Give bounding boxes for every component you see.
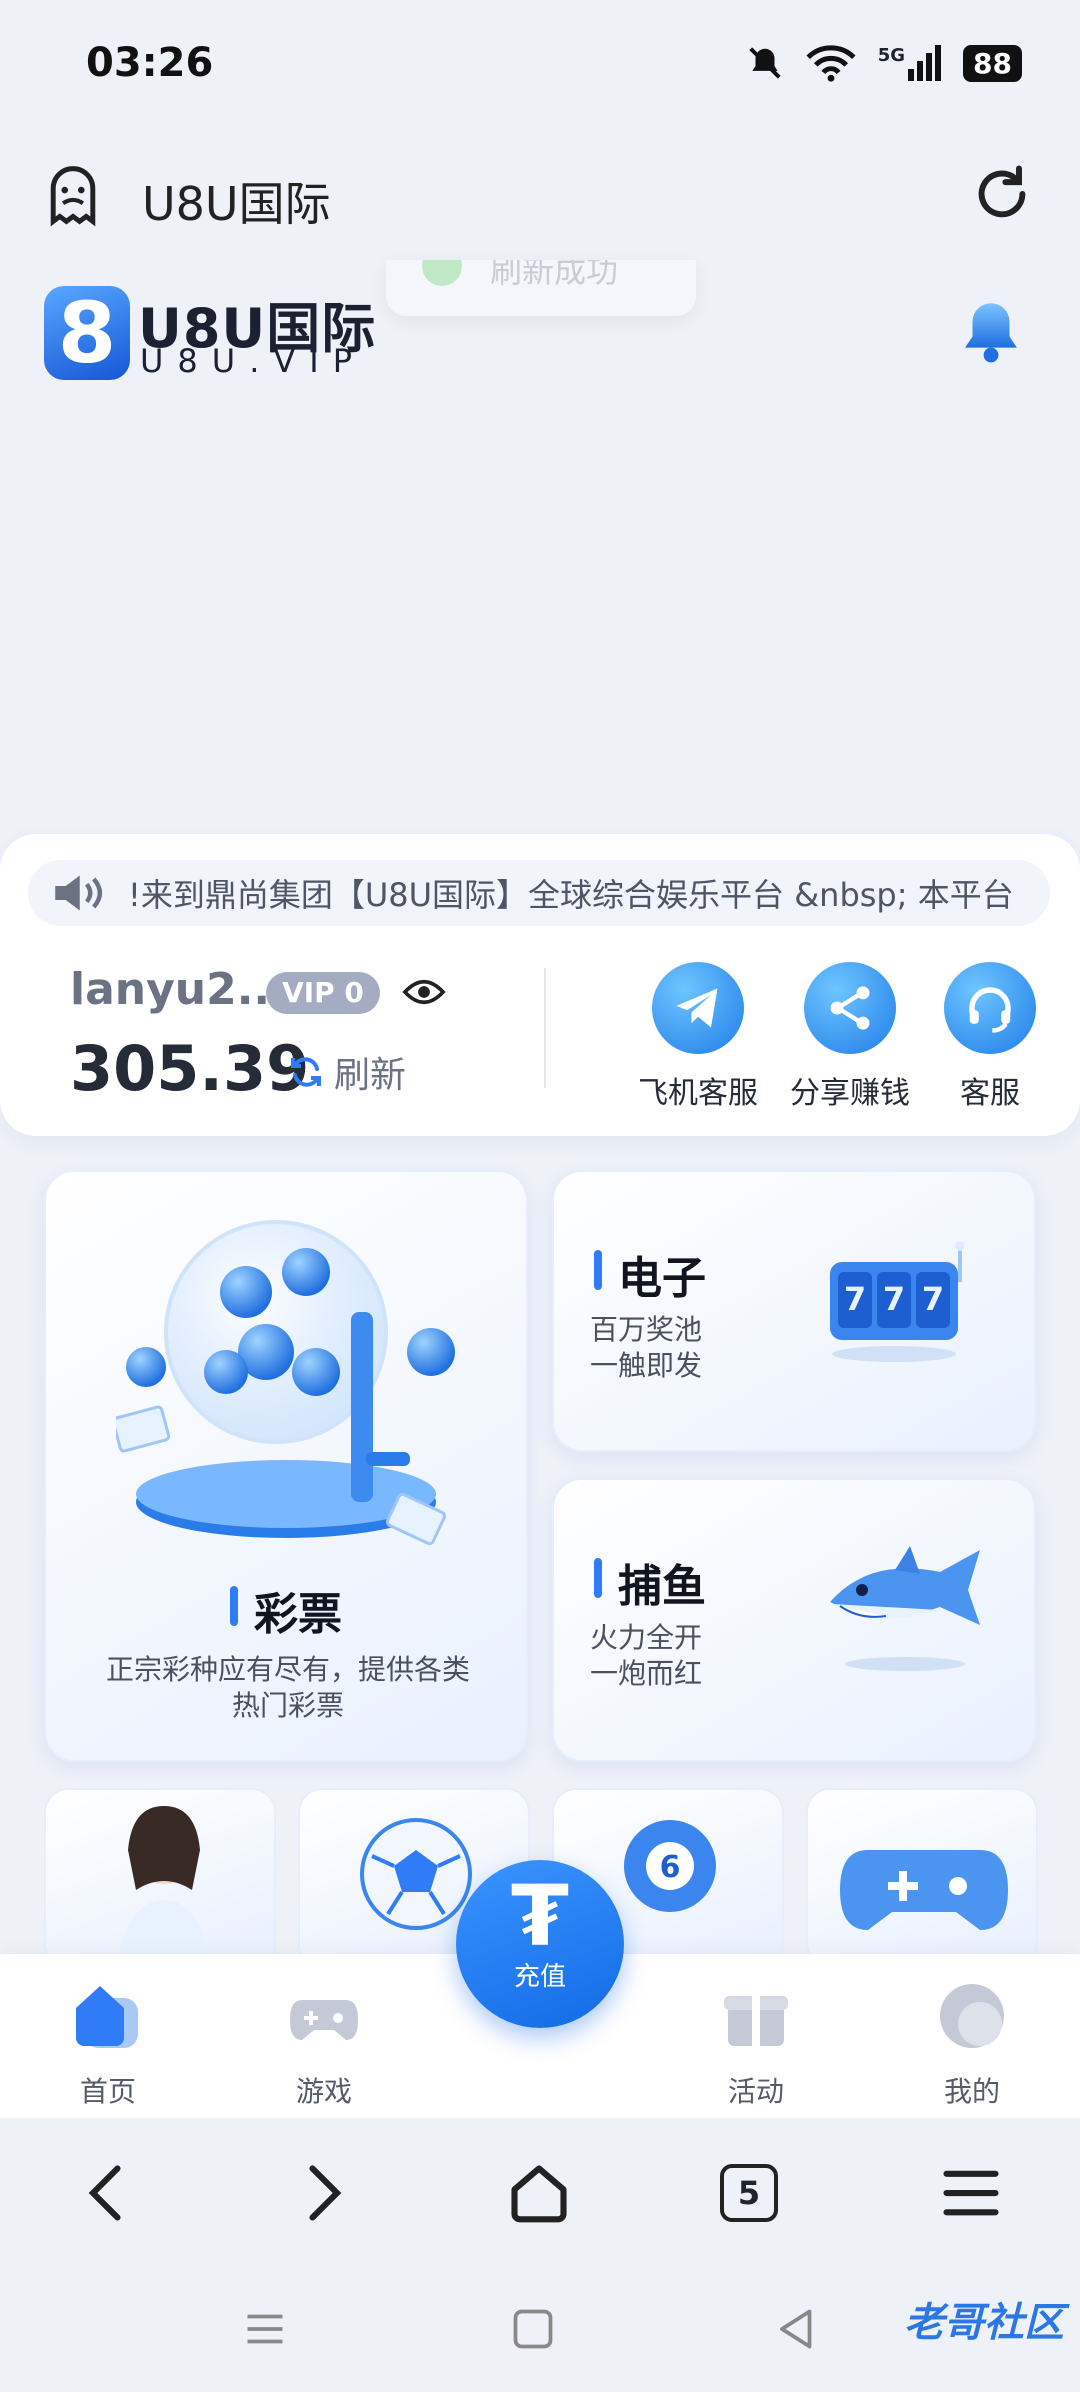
logo-mark: 8 [44, 286, 130, 380]
chess-cards-tile[interactable] [806, 1788, 1038, 1968]
recharge-button[interactable]: ₮ 充值 [456, 1860, 624, 2028]
nav-activity[interactable]: 活动 [676, 1978, 836, 2110]
refresh-toast: 刷新成功 [386, 260, 696, 316]
balance-amount: 305.39 [70, 1032, 310, 1105]
recents-icon[interactable] [240, 2304, 290, 2354]
home-page-icon[interactable] [504, 2158, 574, 2228]
back-icon[interactable] [72, 2158, 142, 2228]
svg-text:7: 7 [922, 1280, 944, 1318]
lottery-desc: 正宗彩种应有尽有，提供各类热门彩票 [106, 1653, 471, 1722]
slot-machine-icon: 7 7 7 [830, 1242, 964, 1362]
svg-text:7: 7 [844, 1280, 866, 1318]
site-header: 8 U8U国际 U8U.VIP 刷新成功 [0, 260, 1080, 380]
wifi-icon [806, 45, 856, 82]
username: lanyu2... [70, 964, 287, 1015]
dealer-avatar [116, 1806, 212, 1966]
fishing-title: 捕鱼 [594, 1550, 706, 1614]
forward-icon[interactable] [288, 2158, 358, 2228]
gamepad-icon [840, 1850, 1008, 1930]
speaker-icon [55, 875, 103, 911]
menu-icon[interactable] [936, 2158, 1006, 2228]
network-type: 5G [877, 45, 906, 66]
shark-icon [830, 1546, 980, 1671]
ghost-icon[interactable] [40, 162, 106, 228]
gift-icon [724, 1996, 788, 2046]
fishing-desc-2: 一炮而红 [590, 1657, 703, 1690]
electronic-desc-2: 一触即发 [590, 1349, 703, 1382]
electronic-desc-1: 百万奖池 [590, 1313, 703, 1346]
nav-games[interactable]: 游戏 [244, 1978, 404, 2110]
fishing-desc-1: 火力全开 [590, 1621, 703, 1654]
svg-text:7: 7 [883, 1280, 905, 1318]
toast-text: 刷新成功 [490, 260, 619, 290]
nav-mine-label: 我的 [943, 2075, 1000, 2108]
quick-action-label: 飞机客服 [638, 1076, 758, 1111]
announcement-text: !来到鼎尚集团【U8U国际】全球综合娱乐平台 &nbsp; 本平台 [128, 876, 1014, 914]
system-navigation: 老哥社区 [0, 2268, 1080, 2392]
share-icon [804, 962, 896, 1054]
quick-action-label: 客服 [960, 1076, 1020, 1111]
nav-activity-label: 活动 [727, 2075, 784, 2108]
browser-bottom-toolbar: 5 [0, 2118, 1080, 2268]
success-icon [422, 260, 462, 286]
svg-text:6: 6 [660, 1850, 681, 1885]
live-casino-tile[interactable] [44, 1788, 276, 1968]
page-title: U8U国际 [142, 177, 331, 231]
battery-icon: 88 [963, 44, 1022, 82]
telegram-support-button[interactable]: 飞机客服 [618, 962, 778, 1112]
home-icon [76, 1986, 138, 2048]
fishing-card[interactable]: 捕鱼 火力全开 一炮而红 [552, 1478, 1036, 1762]
gamepad-icon [290, 2000, 358, 2040]
tabs-button[interactable]: 5 [720, 2164, 778, 2222]
nav-home[interactable]: 首页 [28, 1978, 188, 2110]
refresh-icon [291, 1057, 321, 1087]
nav-home-label: 首页 [79, 2075, 136, 2108]
recharge-label: 充值 [513, 1962, 566, 1992]
eye-icon[interactable] [402, 974, 446, 1010]
lottery-card[interactable]: 彩票 正宗彩种应有尽有，提供各类热门彩票 [44, 1170, 528, 1762]
vip-badge: VIP 0 [266, 972, 380, 1014]
mute-bell-icon [749, 47, 781, 79]
status-icons: 5G 88 [746, 44, 1022, 82]
headset-icon [944, 962, 1036, 1054]
back-nav-icon[interactable] [772, 2304, 822, 2354]
electronic-title: 电子 [594, 1242, 706, 1306]
customer-service-button[interactable]: 客服 [910, 962, 1070, 1112]
watermark: 老哥社区 [904, 2300, 1064, 2346]
telegram-icon [652, 962, 744, 1054]
lottery-title: 彩票 [230, 1578, 342, 1642]
nav-mine[interactable]: 我的 [892, 1978, 1052, 2110]
logo-subtitle: U8U.VIP [140, 342, 366, 380]
nav-games-label: 游戏 [295, 2075, 352, 2108]
tether-icon: ₮ [510, 1867, 570, 1965]
browser-toolbar: U8U国际 [0, 130, 1080, 260]
signal-icon: 5G [877, 45, 942, 81]
notification-bell-icon[interactable] [954, 294, 1028, 368]
status-bar: 03:26 5G 88 [0, 0, 1080, 130]
refresh-label: 刷新 [334, 1055, 407, 1096]
announcement-marquee[interactable]: !来到鼎尚集团【U8U国际】全球综合娱乐平台 &nbsp; 本平台 [28, 860, 1050, 926]
status-time: 03:26 [86, 40, 214, 86]
share-earn-button[interactable]: 分享赚钱 [770, 962, 930, 1112]
electronic-card[interactable]: 电子 百万奖池 一触即发 7 7 7 [552, 1170, 1036, 1452]
account-panel: !来到鼎尚集团【U8U国际】全球综合娱乐平台 &nbsp; 本平台 lanyu2… [0, 834, 1080, 1136]
user-icon [940, 1984, 1004, 2048]
lottery-machine-icon [116, 1220, 455, 1546]
divider [544, 968, 546, 1088]
quick-action-label: 分享赚钱 [790, 1076, 910, 1111]
user-info: lanyu2... VIP 0 [70, 964, 446, 1015]
home-button-icon[interactable] [508, 2304, 558, 2354]
reload-icon[interactable] [968, 160, 1036, 228]
refresh-balance-button[interactable]: 刷新 [286, 1046, 406, 1098]
